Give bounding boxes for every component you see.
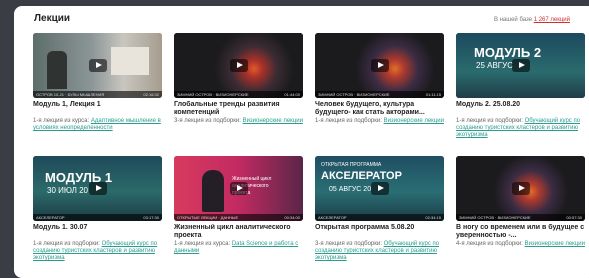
thumbnail-bar: АКСЕЛЕРАТОР 02:34:15 [315,214,444,221]
lecture-thumbnail[interactable]: ЗИМНИЙ ОСТРОВ · ВИЗИОНЕРСКИЕ 01:11:15 [315,33,444,98]
play-icon[interactable] [511,181,530,195]
lecture-source: 1-я лекция из подборки: Визионерские лек… [315,118,444,124]
lecture-source: 3-я лекция из подборки: Визионерские лек… [174,118,303,124]
play-icon[interactable] [88,181,107,195]
lecture-source: 1-я лекция из подборки: Обучающий курс п… [456,118,581,138]
play-icon[interactable] [370,181,389,195]
thumbnail-bar: ЗИМНИЙ ОСТРОВ · ВИЗИОНЕРСКИЕ 00:57:30 [456,214,585,221]
thumbnail-subheading: 25 АВГУС [476,61,513,70]
lectures-panel: Лекции В нашей базе 1 267 лекций ОСТРОВ … [14,6,589,278]
thumbnail-bar: ЗИМНИЙ ОСТРОВ · ВИЗИОНЕРСКИЕ 01:11:15 [315,91,444,98]
lecture-source: 3-я лекция из подборки: Обучающий курс п… [315,241,440,261]
source-link[interactable]: Визионерские лекции [525,241,585,247]
lecture-thumbnail[interactable]: ОСТРОВ 10-21 · БУЛЫ МЫШЛЕНИЯ 02:16:32 [33,33,162,98]
play-icon[interactable] [88,58,107,72]
thumbnail-bar: ОТКРЫТЫЕ ЛЕКЦИИ · ДАННЫЕ 00:34:00 [174,214,303,221]
lecture-thumbnail[interactable]: Жизненный цикл аналитического проекта ОТ… [174,156,303,221]
lecture-card[interactable]: Жизненный цикл аналитического проекта ОТ… [174,156,303,255]
thumbnail-subheading: АКСЕЛЕРАТОР [321,170,402,182]
lecture-source: 1-я лекция из подборки: Обучающий курс п… [33,241,158,261]
thumbnail-subheading: 30 ИЮЛ 20 [47,186,88,195]
lecture-thumbnail[interactable]: ЗИМНИЙ ОСТРОВ · ВИЗИОНЕРСКИЕ 00:57:30 [456,156,585,221]
play-icon[interactable] [511,58,530,72]
lecture-source: 1-я лекция из курса: Адаптивное мышление… [33,118,161,131]
thumbnail-bar: ЗИМНИЙ ОСТРОВ · ВИЗИОНЕРСКИЕ 01:44:00 [174,91,303,98]
base-count-prefix: В нашей базе [493,17,533,23]
lecture-title[interactable]: Глобальные тренды развития компетенций [174,101,303,117]
source-link[interactable]: Визионерские лекции [384,118,444,124]
play-icon[interactable] [229,58,248,72]
lecture-title[interactable]: Жизненный цикл аналитического проекта [174,224,303,240]
lecture-thumbnail[interactable]: ОТКРЫТАЯ ПРОГРАММА АКСЕЛЕРАТОР 05 АВГУС … [315,156,444,221]
thumbnail-subheading: 05 АВГУС 20 [329,186,372,193]
lecture-title[interactable]: Человек будущего, культура будущего- как… [315,101,444,117]
lecture-source: 1-я лекция из курса: Data Science и рабо… [174,241,299,254]
lecture-card[interactable]: ОТКРЫТАЯ ПРОГРАММА АКСЕЛЕРАТОР 05 АВГУС … [315,156,444,262]
lecture-title[interactable]: Открытая программа 5.08.20 [315,224,444,240]
lecture-title[interactable]: Модуль 2. 25.08.20 [456,101,585,117]
lecture-card[interactable]: ОСТРОВ 10-21 · БУЛЫ МЫШЛЕНИЯ 02:16:32 Мод… [33,33,162,132]
lecture-card[interactable]: ЗИМНИЙ ОСТРОВ · ВИЗИОНЕРСКИЕ 01:44:00 Гло… [174,33,303,125]
source-link[interactable]: Визионерские лекции [243,118,303,124]
lecture-card[interactable]: МОДУЛЬ 2 25 АВГУС Модуль 2. 25.08.20 1-я… [456,33,585,139]
lecture-thumbnail[interactable]: МОДУЛЬ 1 30 ИЮЛ 20 АКСЕЛЕРАТОР 03:17:30 [33,156,162,221]
lecture-title[interactable]: В ногу со временем или в будущее с увере… [456,224,585,240]
lecture-card[interactable]: ЗИМНИЙ ОСТРОВ · ВИЗИОНЕРСКИЕ 01:11:15 Чел… [315,33,444,125]
lecture-title[interactable]: Модуль 1. 30.07 [33,224,162,240]
thumbnail-bar: ОСТРОВ 10-21 · БУЛЫ МЫШЛЕНИЯ 02:16:32 [33,91,162,98]
thumbnail-heading: ОТКРЫТАЯ ПРОГРАММА [321,162,382,168]
thumbnail-bar: АКСЕЛЕРАТОР 03:17:30 [33,214,162,221]
lecture-title[interactable]: Модуль 1, Лекция 1 [33,101,162,117]
base-count-link[interactable]: 1 267 лекций [534,17,570,23]
lecture-thumbnail[interactable]: ЗИМНИЙ ОСТРОВ · ВИЗИОНЕРСКИЕ 01:44:00 [174,33,303,98]
lecture-source: 4-я лекция из подборки: Визионерские лек… [456,241,585,247]
lecture-thumbnail[interactable]: МОДУЛЬ 2 25 АВГУС [456,33,585,98]
section-title: Лекции [34,13,71,24]
play-icon[interactable] [229,181,248,195]
base-count: В нашей базе 1 267 лекций [494,17,570,23]
lecture-card[interactable]: МОДУЛЬ 1 30 ИЮЛ 20 АКСЕЛЕРАТОР 03:17:30 М… [33,156,162,262]
play-icon[interactable] [370,58,389,72]
lecture-card[interactable]: ЗИМНИЙ ОСТРОВ · ВИЗИОНЕРСКИЕ 00:57:30 В н… [456,156,585,248]
thumbnail-heading: МОДУЛЬ 2 [474,45,542,60]
